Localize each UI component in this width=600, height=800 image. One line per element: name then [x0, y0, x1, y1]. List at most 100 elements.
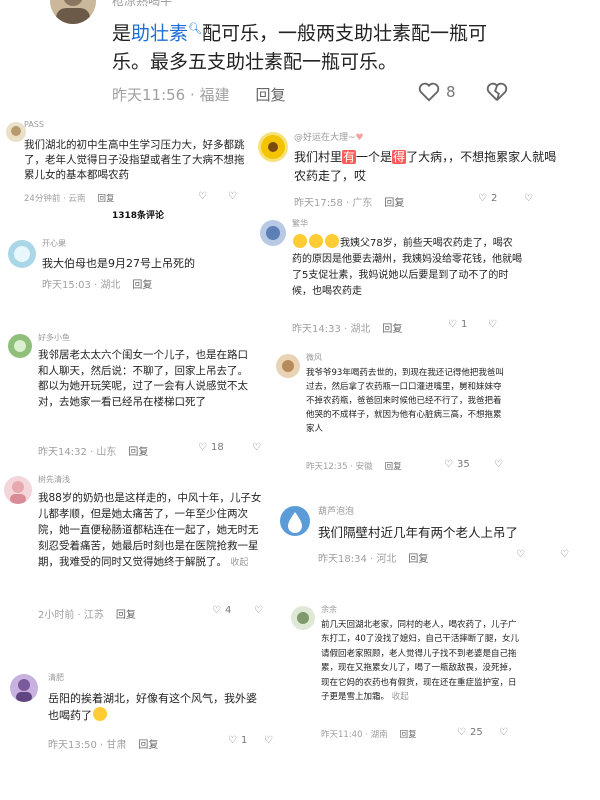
timestamp-location: 昨天11:40 · 湖南 [321, 730, 388, 740]
dislike-button[interactable]: ♡ [488, 319, 497, 330]
like-button[interactable]: ♡ [198, 191, 207, 202]
username[interactable]: 繁华 [292, 218, 308, 229]
avatar[interactable] [276, 354, 300, 378]
avatar-photo-icon [11, 126, 21, 136]
like-button[interactable]: ♡ 1 [448, 319, 467, 330]
comment-text: 岳阳的挨着湖北，好像有这个风气，我外婆也喝药了 [48, 690, 258, 724]
dislike-button[interactable]: ♡ [264, 735, 273, 746]
avatar[interactable] [50, 0, 96, 24]
timestamp-location: 昨天11:56 · 福建 [112, 86, 230, 104]
comment-text: 我88岁的奶奶也是这样走的，中风十年，儿子女儿都孝顺，但是她太痛苦了，一年至少住… [38, 490, 263, 571]
search-icon[interactable]: 🔍︎ [188, 22, 202, 35]
like-button[interactable]: ♡ 1 [228, 735, 247, 746]
like-count: 1 [240, 735, 248, 746]
comment-body: 岳阳的挨着湖北，好像有这个风气，我外婆也喝药了 [48, 692, 257, 722]
avatar[interactable] [291, 606, 315, 630]
dislike-button[interactable]: ♡ [560, 549, 569, 560]
username[interactable]: @好运在大理~♥ [294, 130, 364, 143]
like-count: 25 [469, 727, 483, 738]
broken-heart-icon: ♡ [499, 727, 508, 738]
avatar[interactable] [4, 476, 32, 504]
username[interactable]: 葫芦泡泡 [318, 504, 354, 517]
like-count: 18 [210, 442, 224, 453]
comment-card: 好多小鱼 我邻居老太太六个闺女一个儿子，也是在路口和人聊天，然后说：不聊了，回家… [0, 330, 290, 460]
like-button[interactable]: ♡ 2 [478, 193, 497, 204]
comment-count: 1318条评论 [112, 211, 165, 221]
broken-heart-icon: ♡ [560, 549, 569, 560]
broken-heart-icon: ♡ [524, 193, 533, 204]
reply-button[interactable]: 回复 [256, 84, 286, 105]
broken-heart-icon: ♡ [488, 319, 497, 330]
avatar[interactable] [280, 506, 310, 536]
avatar[interactable] [8, 240, 36, 268]
reply-button[interactable]: 回复 [385, 460, 402, 472]
dislike-button[interactable] [486, 82, 508, 102]
reply-button[interactable]: 回复 [382, 320, 402, 335]
like-button[interactable]: 8 [418, 82, 456, 102]
like-button[interactable]: ♡ 25 [457, 727, 483, 738]
dislike-button[interactable]: ♡ [228, 191, 237, 202]
dislike-button[interactable]: ♡ [254, 605, 263, 616]
keyword-link[interactable]: 助壮素 [131, 22, 188, 44]
emoji-icon [93, 707, 107, 721]
comment-card: 余余 前几天回湖北老家，同村的老人，喝农药了，儿子广东打工，40了没找了媳妇，自… [285, 600, 600, 750]
username[interactable]: 枪凉熟喝牛 [112, 0, 172, 9]
comment-card: 微风 我爷爷93年喝药去世的，到现在我还记得他把我爸叫过去，然后拿了农药瓶一口口… [270, 350, 600, 480]
comment-text: 我们湖北的初中生高中生学习压力大，好多都跳了，老年人觉得日子没指望或者生了大病不… [24, 139, 245, 181]
comment-body: 我爷爷93年喝药去世的，到现在我还记得他把我爸叫过去，然后拿了农药瓶一口口灌进嘴… [306, 368, 504, 434]
highlight-tag: 得 [392, 150, 407, 164]
like-button[interactable]: ♡ 18 [198, 442, 224, 453]
comment-meta: 昨天15:03 · 湖北 回复 [42, 276, 152, 291]
avatar[interactable] [258, 132, 288, 162]
dislike-button[interactable]: ♡ [524, 193, 533, 204]
avatar-photo-icon [16, 679, 32, 702]
dislike-button[interactable]: ♡ [494, 459, 503, 470]
reply-button[interactable]: 回复 [384, 194, 404, 209]
fold-link[interactable]: 收起 [392, 692, 409, 702]
like-button[interactable]: ♡ 4 [212, 605, 231, 616]
comment-text-before: 是 [112, 22, 132, 45]
timestamp-location: 昨天15:03 · 湖北 [42, 280, 121, 291]
reply-button[interactable]: 回复 [116, 606, 136, 621]
username[interactable]: 余余 [321, 604, 337, 615]
dislike-button[interactable]: ♡ [252, 442, 261, 453]
reply-button[interactable]: 回复 [408, 550, 428, 565]
like-button[interactable]: ♡ [516, 549, 525, 560]
comment-text: 是助壮素🔍︎配可乐，一般两支助壮素配一瓶可乐。最多五支助壮素配一瓶可乐。 [112, 14, 502, 77]
comment-meta: 昨天12:35 · 安徽 回复 [306, 460, 402, 472]
comment-meta: 昨天18:34 · 河北 回复 [318, 550, 428, 565]
top-comment: 枪凉熟喝牛 是助壮素🔍︎配可乐，一般两支助壮素配一瓶可乐。最多五支助壮素配一瓶可… [0, 0, 600, 110]
like-button[interactable]: ♡ 35 [444, 459, 470, 470]
reply-button[interactable]: 回复 [138, 736, 158, 751]
avatar-photo-icon [56, 0, 90, 24]
avatar[interactable] [260, 220, 286, 246]
reply-button[interactable]: 回复 [400, 728, 417, 740]
reply-button[interactable]: 回复 [97, 192, 114, 204]
username[interactable]: 清肥 [48, 672, 64, 683]
username[interactable]: 开心果 [42, 238, 66, 249]
avatar[interactable] [8, 334, 32, 358]
heart-icon: ♡ [516, 549, 525, 560]
broken-heart-icon: ♡ [264, 735, 273, 746]
heart-icon: ♡ [228, 735, 237, 746]
fold-link[interactable]: 收起 [230, 558, 248, 568]
comment-text: 我邻居老太太六个闺女一个儿子，也是在路口和人聊天，然后说：不聊了，回家上吊去了。… [38, 349, 248, 408]
broken-heart-icon: ♡ [228, 191, 237, 202]
reply-button[interactable]: 回复 [128, 443, 148, 458]
dislike-button[interactable]: ♡ [499, 727, 508, 738]
username[interactable]: 好多小鱼 [38, 332, 70, 343]
comment-meta: 24分钟前 · 云南 回复 [24, 192, 114, 204]
avatar[interactable] [10, 674, 38, 702]
avatar-photo-icon [14, 246, 30, 262]
avatar[interactable] [6, 122, 26, 142]
comment-meta: 昨天14:33 · 湖北 回复 [292, 320, 402, 335]
username[interactable]: 树先清浅 [38, 474, 70, 485]
like-count: 8 [446, 83, 456, 101]
username[interactable]: PASS [24, 120, 44, 129]
username[interactable]: 微风 [306, 352, 322, 363]
reply-button[interactable]: 回复 [132, 276, 152, 291]
comment-text: 我大伯母也是9月27号上吊死的 [42, 257, 195, 270]
avatar-photo-icon [14, 340, 26, 352]
sunflower-icon [261, 135, 285, 159]
comment-card: 开心果 我大伯母也是9月27号上吊死的 昨天15:03 · 湖北 回复 [0, 236, 290, 296]
